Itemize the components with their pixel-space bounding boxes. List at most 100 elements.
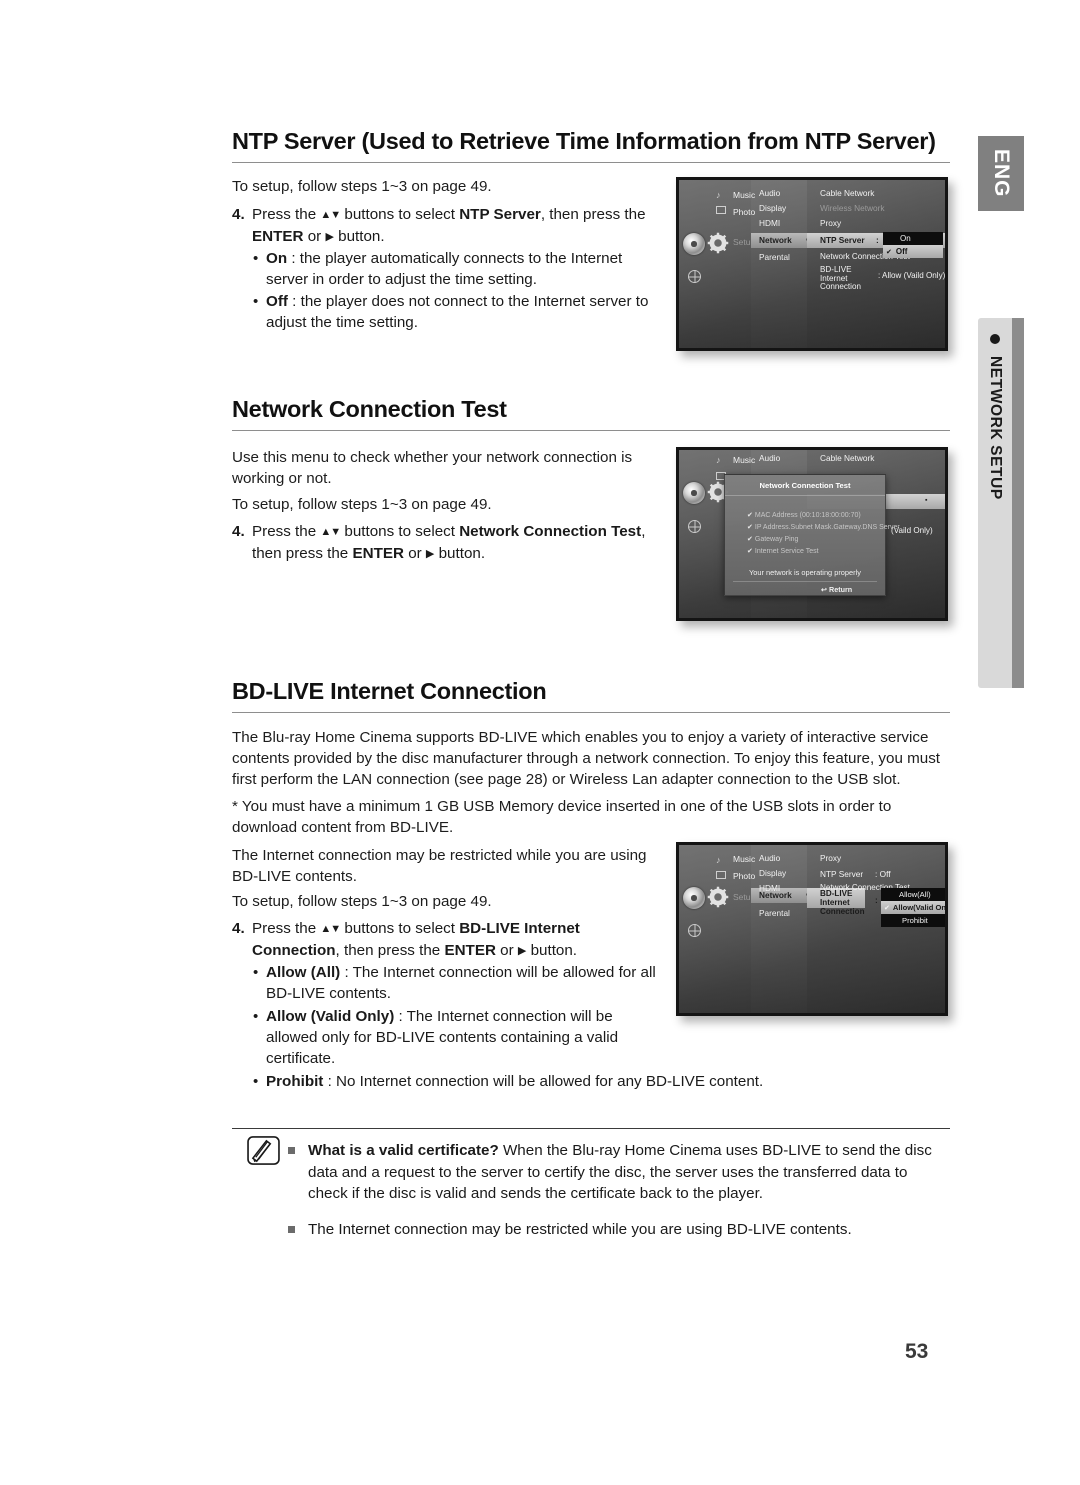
tv-dropdown-label-allow-valid-only: Allow(Valid Only)	[892, 903, 947, 912]
tv-dropdown-label-off: Off	[895, 247, 908, 256]
dialog-line-text: MAC Address (00:10:18:00:00:70)	[754, 512, 861, 519]
bullet-label: Off	[266, 293, 288, 310]
step-text-5: button.	[526, 942, 578, 959]
bdlive-bullet-allow-all: • Allow (All) : The Internet connection w…	[232, 962, 662, 1004]
tv-menu-photo: Photo	[733, 871, 756, 881]
bdlive-step-4: 4. Press the ▲▼ buttons to select BD-LIVE…	[232, 918, 662, 962]
note-item-text: The Internet connection may be restricte…	[308, 1220, 852, 1238]
bdlive-bullet-allow-valid-only: • Allow (Valid Only) : The Internet conne…	[232, 1006, 662, 1069]
step-bold-2: ENTER	[444, 942, 496, 959]
dialog-check-gateway-ping: ✔ Gateway Ping	[747, 535, 798, 543]
dialog-check-internet-service-test: ✔ Internet Service Test	[747, 547, 819, 555]
tv-dropdown-label-on: On	[900, 234, 911, 243]
tv-dropdown-option-on[interactable]: On	[883, 232, 943, 245]
dialog-check-mac-address: ✔ MAC Address (00:10:18:00:00:70)	[747, 511, 861, 519]
gear-icon	[707, 232, 729, 254]
check-icon: ✔	[747, 524, 753, 531]
page-number: 53	[905, 1340, 929, 1363]
tv-dropdown-label-allow-all: Allow(All)	[899, 890, 931, 899]
tv-option-cable-network: Cable Network	[820, 453, 875, 463]
step-number: 4.	[232, 920, 245, 937]
step-text-1: Press the	[252, 920, 321, 937]
gear-icon	[707, 886, 729, 908]
step-text-1: Press the	[252, 206, 321, 223]
bdlive-para-1: The Blu-ray Home Cinema supports BD-LIVE…	[232, 729, 941, 788]
bullet-label: Allow (All)	[266, 964, 341, 981]
step-text-3: , then press the	[540, 206, 646, 223]
tv-dropdown-option-prohibit[interactable]: Prohibit	[881, 914, 945, 927]
photo-icon	[716, 206, 726, 214]
chapter-tab-label: NETWORK SETUP	[987, 356, 1004, 500]
step-bold-2: ENTER	[352, 545, 404, 562]
step-text-1: Press the	[252, 523, 321, 540]
updown-arrow-icon: ▲▼	[320, 923, 341, 935]
step-bold-2: ENTER	[252, 228, 304, 245]
globe-icon	[688, 520, 701, 533]
tv-dropdown-check-icon: ✔	[884, 904, 890, 912]
square-bullet-icon	[288, 1147, 295, 1154]
tv-dropdown-option-off[interactable]: ✔ Off	[883, 245, 943, 258]
tv-dropdown-check-icon: ✔	[886, 248, 892, 256]
tv-option-bdlive: BD-LIVE Internet Connection	[820, 265, 861, 292]
dialog-line-text: Internet Service Test	[754, 548, 819, 555]
disc-icon	[683, 482, 705, 504]
bullet-dot-icon: •	[253, 964, 259, 981]
music-note-icon: ♪	[716, 455, 721, 465]
dialog-line-text: Gateway Ping	[754, 536, 799, 543]
screenshot-ntp-server-menu: ♪ Music Photo Setup Audio Display HDMI N…	[676, 177, 948, 351]
ntp-step-4: 4. Press the ▲▼ buttons to select NTP Ser…	[232, 204, 662, 248]
tv-option-ntp-server: NTP Server	[820, 869, 864, 879]
tv-menu-music: Music	[733, 455, 756, 465]
disc-icon	[683, 233, 705, 255]
check-icon: ✔	[747, 548, 753, 555]
step-text-3: , then press the	[335, 942, 445, 959]
tv-option-proxy: Proxy	[820, 853, 842, 863]
tv-menu-music: Music	[733, 190, 756, 200]
language-tab-label: ENG	[990, 149, 1013, 198]
tv-option-ntp-server: NTP Server	[820, 235, 865, 245]
step-text-2: buttons to select	[340, 920, 460, 937]
note-box: What is a valid certificate? When the Bl…	[288, 1140, 948, 1240]
tv-option-ntp-server-value: : Off	[875, 869, 891, 879]
square-bullet-icon	[288, 1225, 295, 1233]
bdlive-para-2: * You must have a minimum 1 GB USB Memor…	[232, 798, 892, 836]
music-note-icon: ♪	[716, 855, 721, 865]
dialog-check-ip-address: ✔ IP Address.Subnet Mask.Gateway.DNS Serv…	[747, 523, 900, 531]
screenshot-network-connection-test: ♪ Music Audio Cable Network ▪ (Vaild Onl…	[676, 447, 948, 621]
tv-option-bdlive-value: : Allow (Vaild Only)	[878, 271, 946, 280]
dialog-title: Network Connection Test	[725, 475, 885, 496]
bullet-text: : the player does not connect to the Int…	[266, 293, 649, 331]
bullet-dot-icon: •	[253, 1008, 259, 1025]
manual-page: ENG NETWORK SETUP NTP Server (Used to Re…	[0, 0, 1080, 1485]
tv-option-ntp-colon: :	[876, 235, 879, 245]
step-bold-1: Network Connection Test	[459, 523, 642, 540]
disc-icon	[683, 887, 705, 909]
tv-submenu-display: Display	[759, 203, 787, 213]
step-text-2: buttons to select	[340, 206, 460, 223]
bullet-label: Prohibit	[266, 1073, 324, 1090]
nct-step-4: 4. Press the ▲▼ buttons to select Network…	[232, 521, 672, 565]
bullet-label: Allow (Valid Only)	[266, 1008, 395, 1025]
note-memo-icon	[247, 1136, 280, 1165]
note-item-bold: What is a valid certificate?	[308, 1142, 499, 1159]
tv-option-wireless-network: Wireless Network	[820, 203, 885, 213]
step-text-4: or	[303, 228, 326, 245]
step-number: 4.	[232, 206, 245, 223]
tv-dropdown-option-allow-valid-only[interactable]: ✔ Allow(Valid Only)	[881, 901, 945, 914]
note-item-restricted-connection: The Internet connection may be restricte…	[288, 1219, 948, 1241]
dialog-status-message: Your network is operating properly	[749, 568, 861, 577]
connection-test-dialog: Network Connection Test ✔ MAC Address (00…	[724, 474, 900, 596]
note-item-valid-certificate: What is a valid certificate? When the Bl…	[288, 1140, 948, 1205]
bullet-dot-icon: •	[253, 1073, 259, 1090]
dialog-return-button[interactable]: ↩ Return	[821, 585, 852, 594]
tv-submenu-audio: Audio	[759, 188, 781, 198]
right-arrow-icon: ▶	[325, 231, 334, 243]
chapter-tab: NETWORK SETUP	[978, 318, 1024, 688]
section-title-network-connection-test: Network Connection Test	[232, 396, 950, 431]
dialog-line-text: IP Address.Subnet Mask.Gateway.DNS Serve…	[754, 524, 900, 531]
tv-submenu-parental: Parental	[759, 908, 790, 918]
tv-dropdown-option-allow-all[interactable]: Allow(All)	[881, 888, 945, 901]
chapter-bullet-icon	[990, 334, 1000, 344]
ntp-bullet-off: • Off : the player does not connect to th…	[232, 291, 662, 333]
tv-submenu-arrow-icon: ▪	[925, 497, 928, 504]
